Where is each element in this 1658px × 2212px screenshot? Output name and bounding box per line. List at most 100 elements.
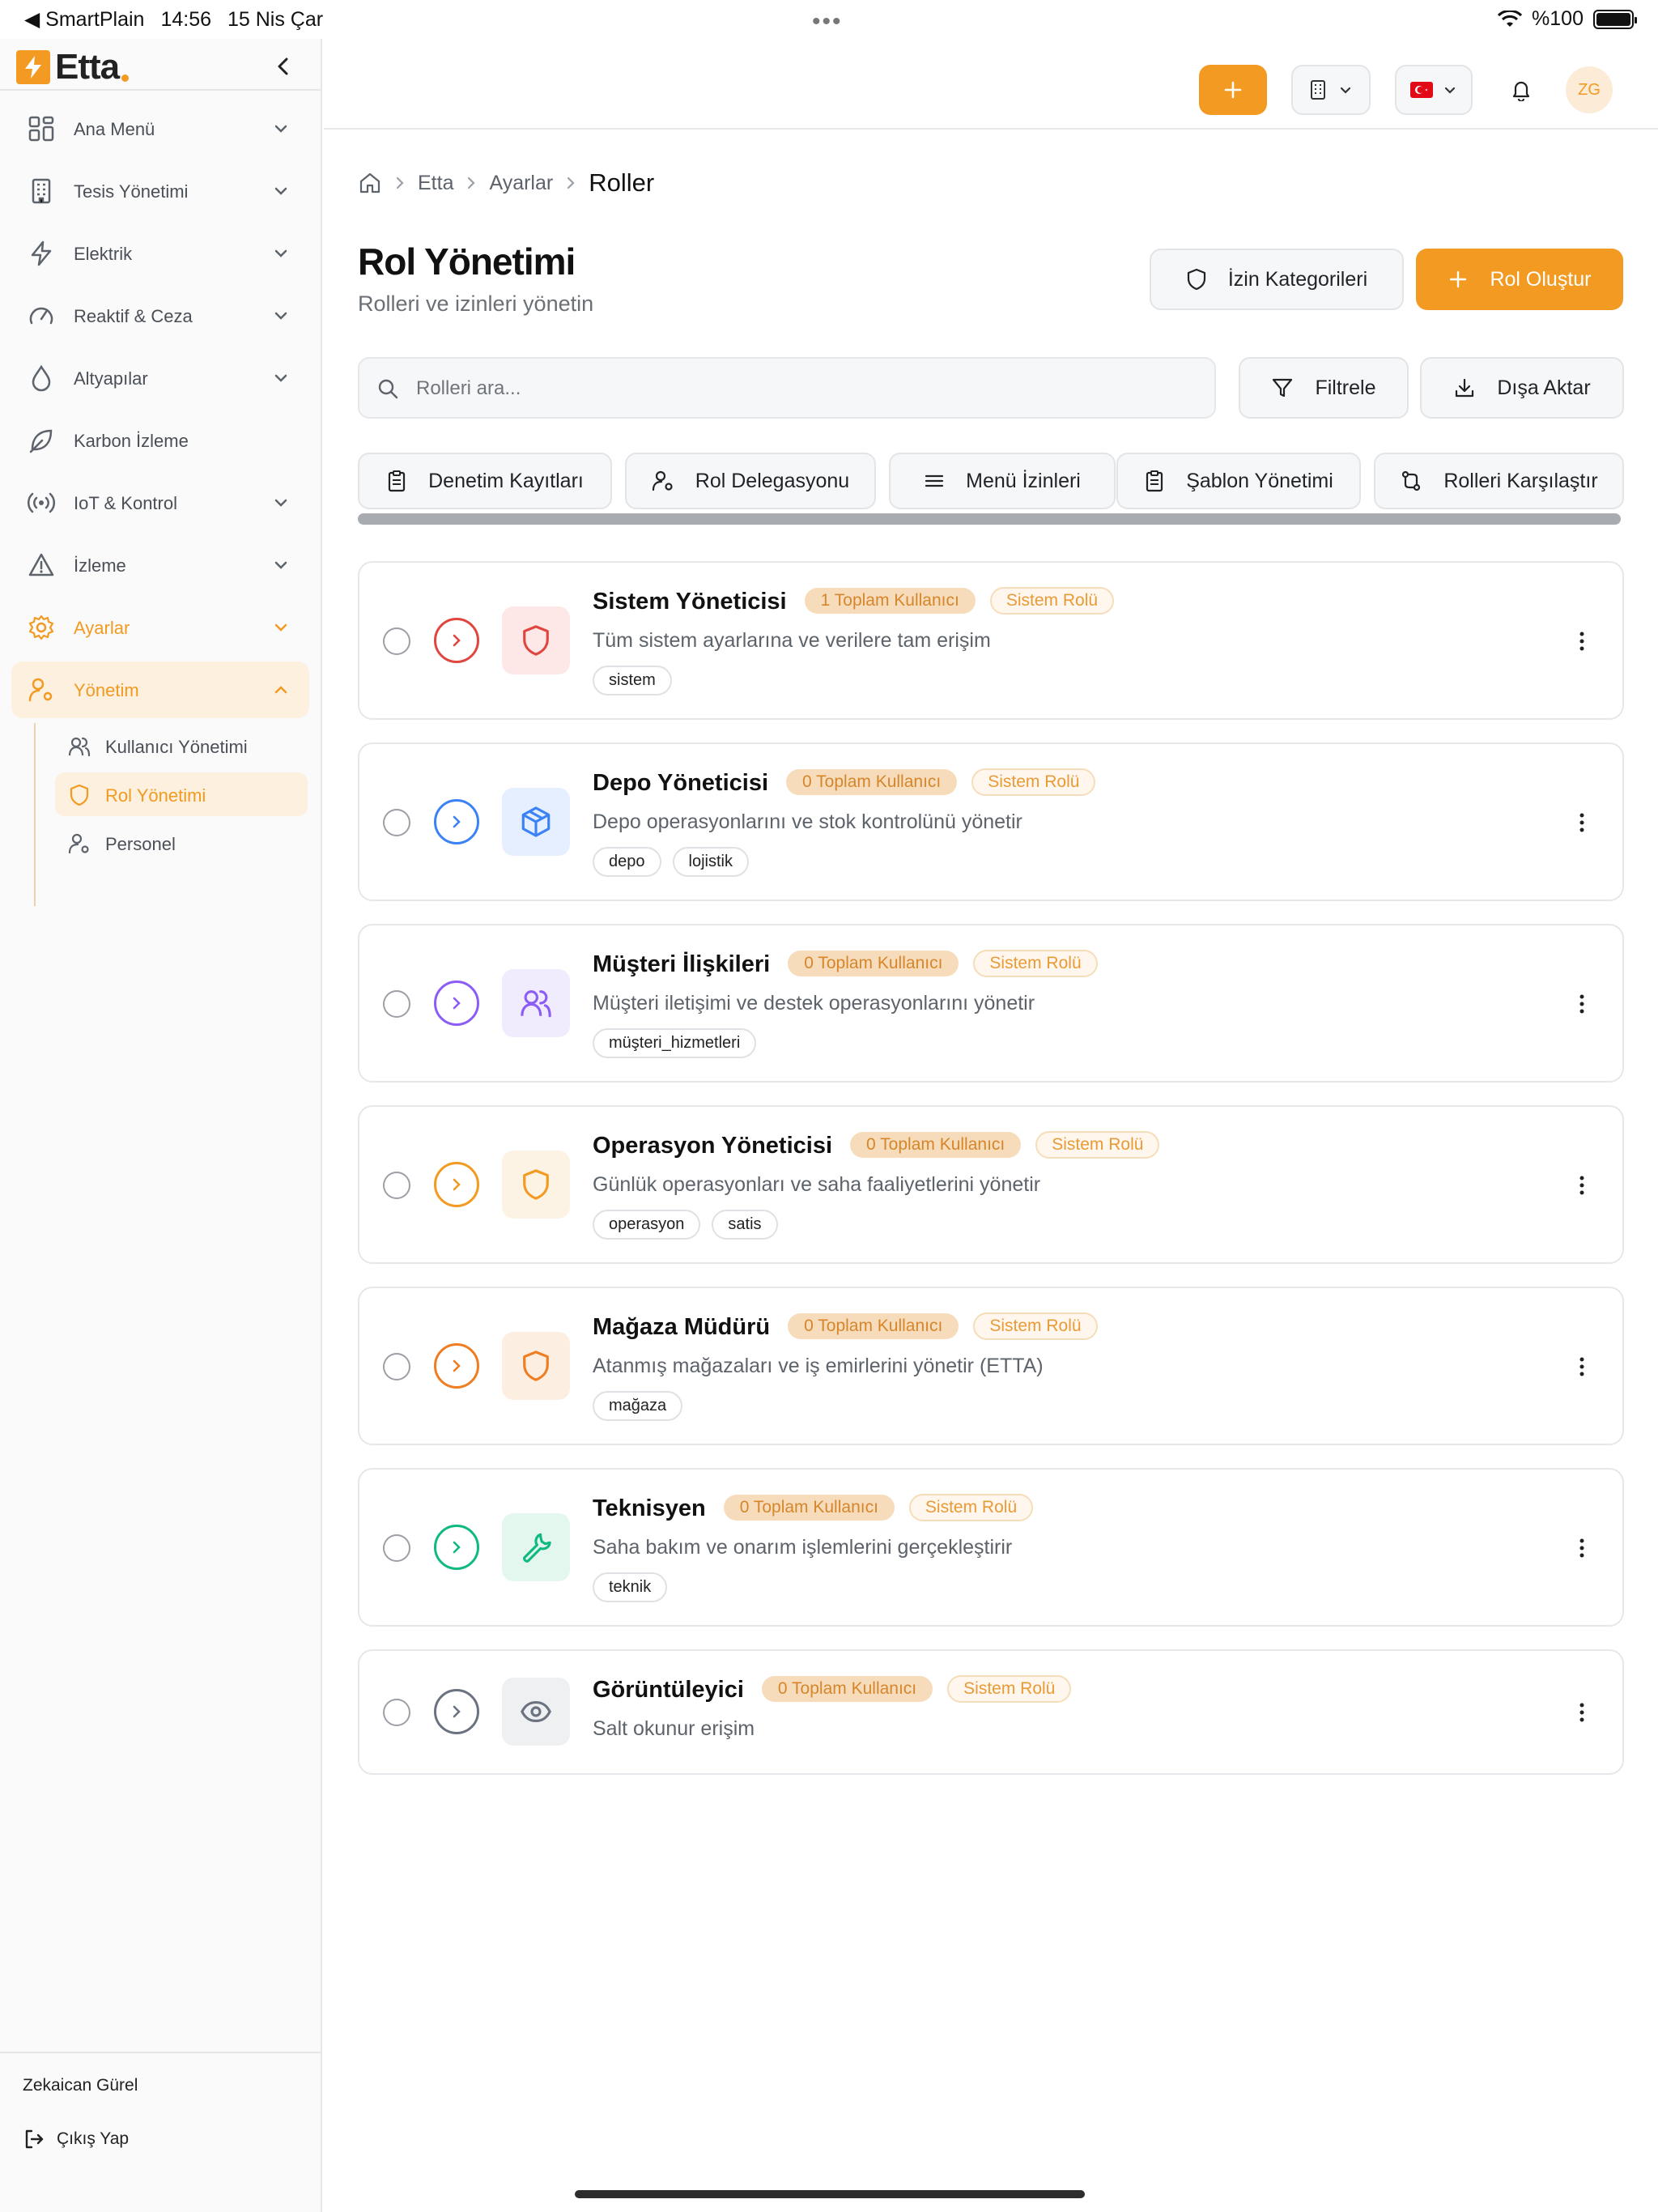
horizontal-scrollbar[interactable] [358, 513, 1621, 525]
role-delegation-button[interactable]: Rol Delegasyonu [625, 453, 876, 509]
role-tag: lojistik [672, 847, 749, 877]
breadcrumb: Etta Ayarlar Roller [358, 168, 654, 198]
role-select-radio[interactable] [383, 1699, 410, 1726]
sidebar-item-altyapilar[interactable]: Altyapılar [11, 350, 309, 406]
logout-icon [25, 2129, 44, 2149]
role-more-button[interactable] [1570, 1173, 1594, 1197]
role-more-button[interactable] [1570, 992, 1594, 1016]
role-select-radio[interactable] [383, 809, 410, 836]
sidebar-sub-item-kullanici-yonetimi[interactable]: Kullanıcı Yönetimi [55, 724, 308, 768]
create-role-label: Rol Oluştur [1490, 267, 1592, 291]
warning-icon [28, 553, 54, 576]
create-role-button[interactable]: Rol Oluştur [1416, 249, 1623, 310]
permission-categories-button[interactable]: İzin Kategorileri [1150, 249, 1404, 310]
quick-action-label: Şablon Yönetimi [1186, 469, 1333, 492]
expand-role-button[interactable] [434, 981, 479, 1026]
breadcrumb-item[interactable]: Etta [418, 172, 453, 195]
notifications-button[interactable] [1496, 65, 1546, 115]
role-name-text: Depo Yöneticisi [593, 770, 769, 796]
export-button[interactable]: Dışa Aktar [1420, 357, 1624, 419]
bell-icon [1512, 81, 1530, 101]
search-input[interactable] [416, 370, 1193, 407]
role-card[interactable]: Operasyon Yöneticisi 0 Toplam Kullanıcı Si… [358, 1105, 1624, 1264]
search-icon [378, 379, 398, 399]
sidebar-item-yonetim[interactable]: Yönetim [11, 661, 309, 718]
sidebar-item-reaktif-ceza[interactable]: Reaktif & Ceza [11, 287, 309, 344]
role-select-radio[interactable] [383, 1534, 410, 1562]
sidebar-sub-item-personel[interactable]: Personel [55, 821, 308, 865]
expand-role-button[interactable] [434, 799, 479, 844]
filter-button[interactable]: Filtrele [1239, 357, 1409, 419]
role-more-button[interactable] [1570, 629, 1594, 653]
role-card[interactable]: Depo Yöneticisi 0 Toplam Kullanıcı Sistem … [358, 742, 1624, 901]
role-card[interactable]: Teknisyen 0 Toplam Kullanıcı Sistem Rolü S… [358, 1468, 1624, 1627]
role-description: Günlük operasyonları ve saha faaliyetler… [593, 1173, 1041, 1196]
sidebar-sub-item-rol-yonetimi[interactable]: Rol Yönetimi [55, 772, 308, 816]
audit-logs-button[interactable]: Denetim Kayıtları [358, 453, 612, 509]
user-gear-icon [28, 678, 53, 702]
chevron-right-icon [396, 177, 404, 189]
expand-role-button[interactable] [434, 618, 479, 663]
sidebar-item-ayarlar[interactable]: Ayarlar [11, 599, 309, 656]
quick-action-label: Denetim Kayıtları [428, 469, 584, 492]
box-icon [521, 806, 551, 837]
permission-categories-label: İzin Kategorileri [1227, 267, 1368, 291]
role-more-button[interactable] [1570, 1536, 1594, 1560]
role-name-text: Mağaza Müdürü [593, 1314, 771, 1340]
language-selector[interactable] [1395, 65, 1473, 115]
expand-role-button[interactable] [434, 1162, 479, 1207]
expand-role-button[interactable] [434, 1525, 479, 1570]
sidebar-item-label: Ana Menü [74, 119, 155, 139]
template-management-button[interactable]: Şablon Yönetimi [1116, 453, 1361, 509]
chevron-down-icon [274, 499, 287, 507]
sidebar-item-label: Tesis Yönetimi [74, 181, 189, 202]
shield-icon [70, 784, 89, 806]
sidebar-item-tesis-yonetimi[interactable]: Tesis Yönetimi [11, 163, 309, 219]
breadcrumb-item[interactable]: Ayarlar [489, 172, 553, 195]
compare-roles-button[interactable]: Rolleri Karşılaştır [1374, 453, 1624, 509]
avatar[interactable]: ZG [1566, 66, 1613, 113]
role-card[interactable]: Müşteri İlişkileri 0 Toplam Kullanıcı Sist… [358, 924, 1624, 1083]
home-icon[interactable] [358, 171, 382, 195]
submenu-line [34, 723, 36, 906]
role-card[interactable]: Mağaza Müdürü 0 Toplam Kullanıcı Sistem Ro… [358, 1287, 1624, 1445]
role-name-text: Operasyon Yöneticisi [593, 1133, 833, 1159]
system-role-badge: Sistem Rolü [1035, 1131, 1160, 1159]
expand-role-button[interactable] [434, 1343, 479, 1389]
menu-permissions-button[interactable]: Menü İzinleri [889, 453, 1116, 509]
logout-button[interactable]: Çıkış Yap [23, 2128, 129, 2150]
sidebar-item-izleme[interactable]: İzleme [11, 537, 309, 593]
system-role-badge: Sistem Rolü [973, 950, 1098, 977]
multitask-dots-icon[interactable]: ••• [812, 8, 843, 36]
sidebar-item-ana-menu[interactable]: Ana Menü [11, 100, 309, 157]
sidebar-item-karbon-izleme[interactable]: Karbon İzleme [11, 412, 309, 469]
role-select-radio[interactable] [383, 1353, 410, 1380]
role-more-button[interactable] [1570, 1700, 1594, 1725]
role-more-button[interactable] [1570, 1355, 1594, 1379]
more-vertical-icon [1579, 813, 1584, 832]
role-select-radio[interactable] [383, 990, 410, 1018]
facility-selector[interactable] [1291, 65, 1371, 115]
sidebar-item-label: Karbon İzleme [74, 431, 189, 451]
grid-icon [28, 116, 54, 142]
role-card[interactable]: Sistem Yöneticisi 1 Toplam Kullanıcı Siste… [358, 561, 1624, 720]
role-more-button[interactable] [1570, 810, 1594, 835]
sidebar-item-label: Reaktif & Ceza [74, 306, 193, 326]
home-indicator[interactable] [575, 2190, 1085, 2198]
system-role-badge: Sistem Rolü [947, 1675, 1072, 1703]
signal-icon [28, 492, 55, 513]
role-select-radio[interactable] [383, 1172, 410, 1199]
role-card[interactable]: Görüntüleyici 0 Toplam Kullanıcı Sistem Ro… [358, 1649, 1624, 1775]
collapse-sidebar-button[interactable] [270, 53, 296, 79]
logo[interactable]: Etta [16, 47, 130, 87]
chevron-right-icon [453, 1359, 461, 1372]
sidebar-item-elektrik[interactable]: Elektrik [11, 225, 309, 282]
expand-role-button[interactable] [434, 1689, 479, 1734]
sidebar-item-iot-kontrol[interactable]: IoT & Kontrol [11, 474, 309, 531]
system-role-badge: Sistem Rolü [989, 587, 1115, 615]
back-to-app[interactable]: ◀ SmartPlain [24, 7, 144, 32]
role-select-radio[interactable] [383, 627, 410, 655]
chevron-right-icon [453, 634, 461, 647]
bolt-logo-icon [16, 50, 50, 84]
quick-add-button[interactable] [1199, 65, 1267, 115]
